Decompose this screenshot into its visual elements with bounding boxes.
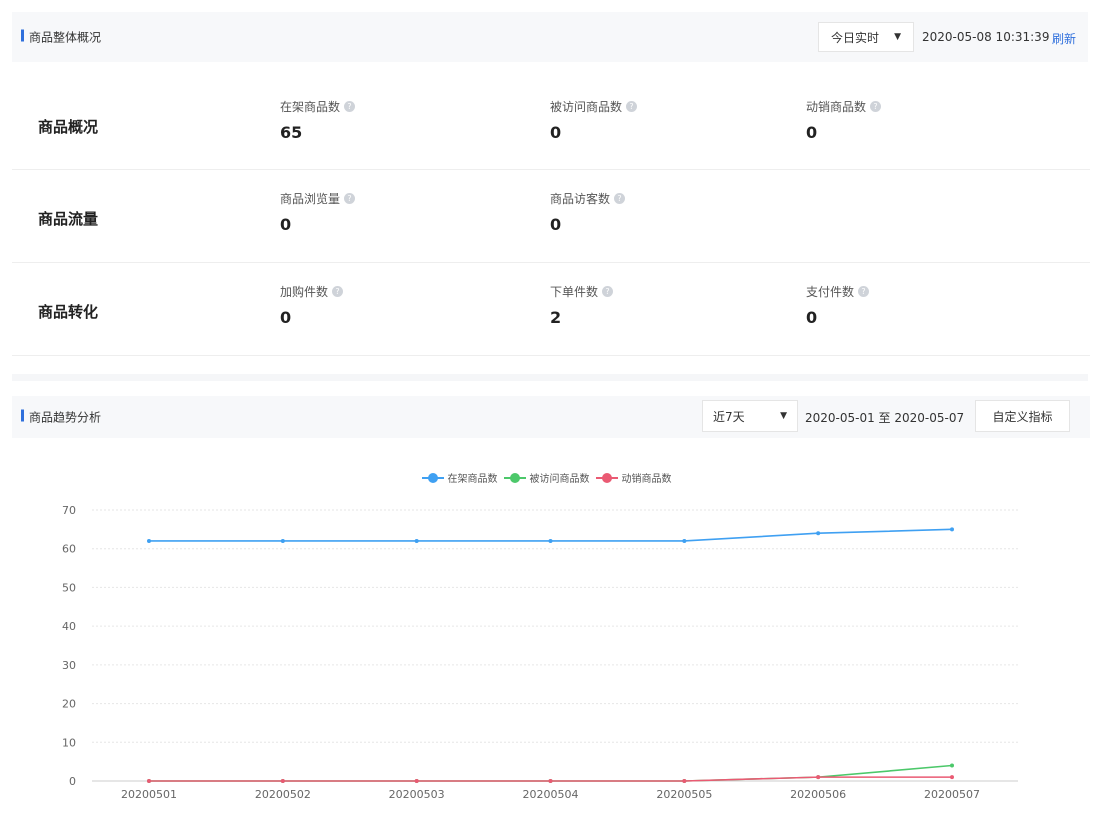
x-tick-label: 20200501 bbox=[121, 788, 177, 801]
metrics-row-conversion: 商品转化 加购件数? 0 下单件数? 2 支付件数? 0 bbox=[12, 263, 1090, 356]
metric-paid: 支付件数? 0 bbox=[806, 283, 870, 327]
metric-label: 在架商品数 bbox=[280, 100, 341, 114]
metric-value: 0 bbox=[280, 215, 292, 234]
legend-swatch-icon bbox=[595, 472, 618, 483]
metric-value: 0 bbox=[806, 123, 818, 142]
legend-label: 被访问商品数 bbox=[529, 474, 590, 485]
metric-visitors: 商品访客数? 0 bbox=[550, 190, 626, 234]
x-tick-label: 20200502 bbox=[255, 788, 311, 801]
trend-period-select[interactable]: 近7天 ▼ bbox=[702, 400, 798, 432]
refresh-link[interactable]: 刷新 bbox=[1052, 30, 1076, 47]
y-tick-label: 50 bbox=[62, 581, 76, 594]
legend-swatch-icon bbox=[503, 472, 526, 483]
data-point bbox=[414, 538, 419, 543]
trend-header: 商品趋势分析 近7天 ▼ 2020-05-01 至 2020-05-07 自定义… bbox=[12, 396, 1090, 438]
data-point bbox=[950, 763, 954, 768]
metric-add-to-cart: 加购件数? 0 bbox=[280, 283, 344, 327]
y-tick-label: 0 bbox=[69, 775, 76, 788]
data-point bbox=[280, 779, 285, 783]
help-icon[interactable]: ? bbox=[332, 286, 344, 297]
timestamp: 2020-05-08 10:31:39 bbox=[922, 30, 1050, 44]
metric-label: 动销商品数 bbox=[806, 100, 867, 114]
chevron-down-icon: ▼ bbox=[894, 32, 901, 42]
x-tick-label: 20200506 bbox=[790, 788, 846, 801]
date-range: 2020-05-01 至 2020-05-07 bbox=[805, 411, 965, 425]
period-select[interactable]: 今日实时 ▼ bbox=[818, 22, 914, 52]
y-tick-label: 60 bbox=[62, 543, 76, 556]
period-select-value: 今日实时 bbox=[831, 30, 880, 45]
metric-pageviews: 商品浏览量? 0 bbox=[280, 190, 356, 234]
y-tick-label: 30 bbox=[62, 659, 76, 672]
help-icon[interactable]: ? bbox=[602, 286, 614, 297]
help-icon[interactable]: ? bbox=[344, 193, 356, 204]
data-point bbox=[950, 775, 954, 780]
data-point bbox=[147, 779, 151, 783]
custom-metrics-button[interactable]: 自定义指标 bbox=[975, 400, 1070, 432]
chart-legend: 在架商品数 被访问商品数 动销商品数 bbox=[0, 470, 1093, 485]
metric-label: 下单件数 bbox=[550, 285, 599, 299]
data-point bbox=[682, 538, 687, 543]
x-tick-label: 20200507 bbox=[924, 788, 980, 801]
legend-item[interactable]: 在架商品数 bbox=[421, 470, 498, 485]
metric-label: 商品访客数 bbox=[550, 192, 611, 206]
metric-selling: 动销商品数? 0 bbox=[806, 98, 882, 142]
help-icon[interactable]: ? bbox=[614, 193, 626, 204]
y-tick-label: 70 bbox=[62, 504, 76, 517]
row-label: 商品概况 bbox=[38, 118, 99, 136]
x-tick-label: 20200504 bbox=[523, 788, 579, 801]
y-tick-label: 10 bbox=[62, 736, 76, 749]
trend-title: 商品趋势分析 bbox=[21, 409, 101, 426]
metric-label: 被访问商品数 bbox=[550, 100, 623, 114]
metric-value: 0 bbox=[550, 123, 562, 142]
trend-period-value: 近7天 bbox=[713, 409, 745, 424]
metric-label: 加购件数 bbox=[280, 285, 329, 299]
x-tick-label: 20200503 bbox=[389, 788, 445, 801]
data-point bbox=[816, 531, 821, 536]
metric-ordered: 下单件数? 2 bbox=[550, 283, 614, 327]
legend-item[interactable]: 被访问商品数 bbox=[503, 470, 590, 485]
legend-item[interactable]: 动销商品数 bbox=[595, 470, 672, 485]
data-point bbox=[950, 527, 954, 532]
metric-value: 65 bbox=[280, 123, 303, 142]
overview-header: 商品整体概况 今日实时 ▼ 2020-05-08 10:31:39 刷新 bbox=[12, 12, 1088, 62]
metric-value: 0 bbox=[550, 215, 562, 234]
trend-line-chart: 0 10 20 30 40 50 60 70 20200501 20200502 20200503 2… bbox=[62, 504, 1018, 801]
series-line bbox=[149, 764, 953, 782]
chevron-down-icon: ▼ bbox=[780, 411, 787, 421]
data-point bbox=[548, 538, 553, 543]
metric-label: 商品浏览量 bbox=[280, 192, 341, 206]
data-point bbox=[280, 538, 285, 543]
data-point bbox=[816, 775, 821, 780]
y-tick-label: 40 bbox=[62, 620, 76, 633]
help-icon[interactable]: ? bbox=[870, 101, 882, 112]
metric-value: 0 bbox=[280, 308, 292, 327]
metrics-row-overview: 商品概况 在架商品数? 65 被访问商品数? 0 动销商品数? 0 bbox=[12, 76, 1090, 170]
metrics-row-traffic: 商品流量 商品浏览量? 0 商品访客数? 0 bbox=[12, 170, 1090, 263]
row-label: 商品转化 bbox=[38, 303, 99, 321]
data-point bbox=[414, 779, 419, 783]
metric-value: 0 bbox=[806, 308, 818, 327]
help-icon[interactable]: ? bbox=[626, 101, 638, 112]
metric-on-shelf: 在架商品数? 65 bbox=[280, 98, 356, 142]
legend-label: 动销商品数 bbox=[621, 474, 672, 485]
metric-label: 支付件数 bbox=[806, 285, 855, 299]
help-icon[interactable]: ? bbox=[344, 101, 356, 112]
data-point bbox=[682, 779, 687, 783]
data-point bbox=[147, 538, 151, 543]
help-icon[interactable]: ? bbox=[858, 286, 870, 297]
section-divider bbox=[12, 374, 1088, 381]
row-label: 商品流量 bbox=[38, 210, 99, 228]
data-point bbox=[548, 779, 553, 783]
metric-value: 2 bbox=[550, 308, 562, 327]
x-tick-label: 20200505 bbox=[656, 788, 712, 801]
legend-label: 在架商品数 bbox=[447, 474, 498, 485]
overview-title: 商品整体概况 bbox=[21, 29, 101, 46]
y-tick-label: 20 bbox=[62, 698, 76, 711]
metric-visited: 被访问商品数? 0 bbox=[550, 98, 638, 142]
legend-swatch-icon bbox=[421, 472, 444, 483]
